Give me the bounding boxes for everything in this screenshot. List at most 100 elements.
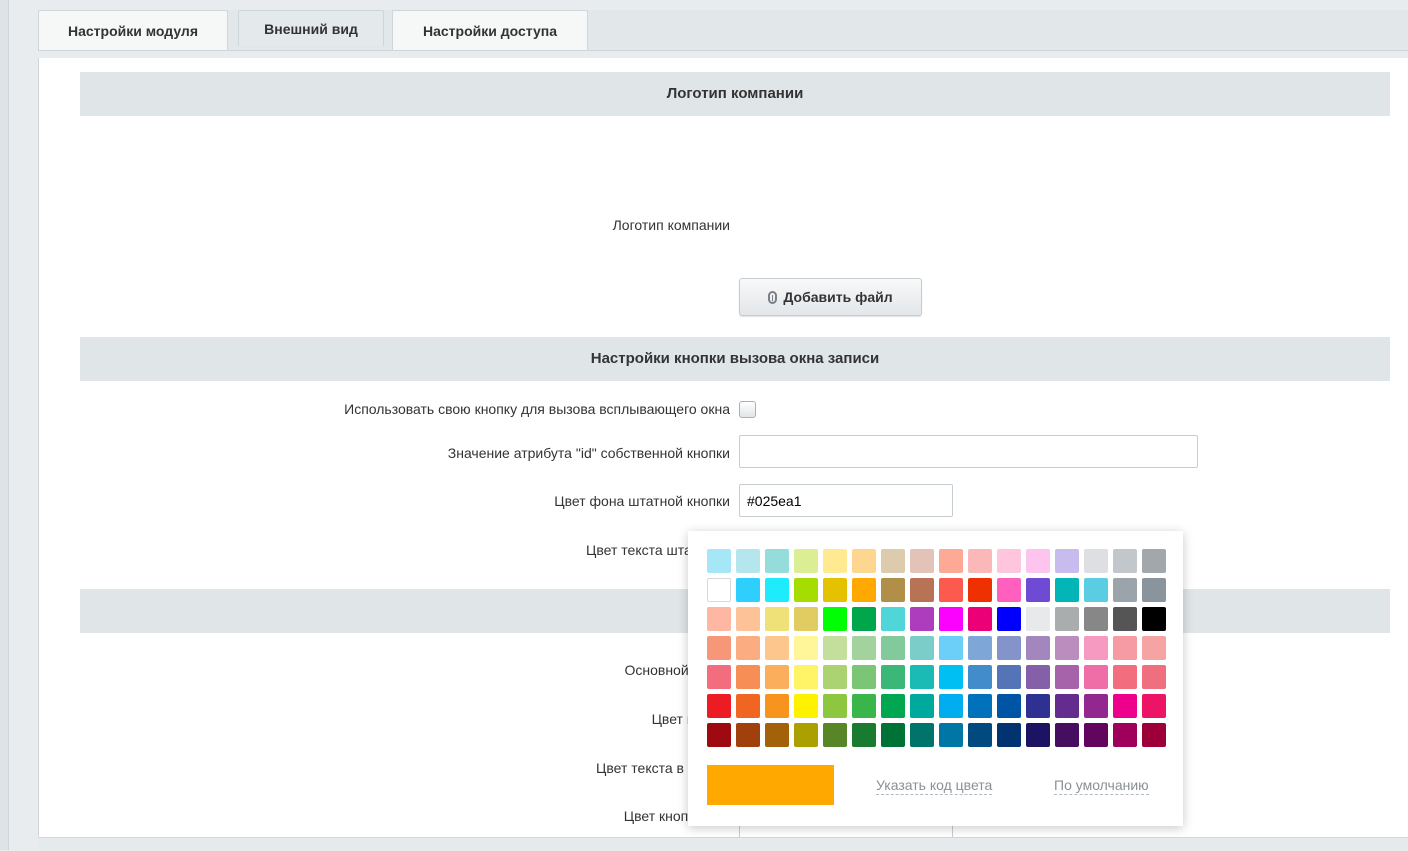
color-swatch[interactable] bbox=[1142, 723, 1166, 747]
color-swatch[interactable] bbox=[823, 665, 847, 689]
color-swatch[interactable] bbox=[707, 607, 731, 631]
color-swatch[interactable] bbox=[939, 636, 963, 660]
color-swatch[interactable] bbox=[1084, 665, 1108, 689]
color-swatch[interactable] bbox=[939, 578, 963, 602]
color-swatch[interactable] bbox=[939, 607, 963, 631]
color-swatch[interactable] bbox=[997, 549, 1021, 573]
color-swatch[interactable] bbox=[881, 723, 905, 747]
color-swatch[interactable] bbox=[968, 665, 992, 689]
color-swatch[interactable] bbox=[852, 694, 876, 718]
color-swatch[interactable] bbox=[765, 549, 789, 573]
color-swatch[interactable] bbox=[881, 607, 905, 631]
color-swatch[interactable] bbox=[1142, 636, 1166, 660]
color-swatch[interactable] bbox=[968, 723, 992, 747]
color-swatch[interactable] bbox=[1055, 694, 1079, 718]
color-swatch[interactable] bbox=[765, 607, 789, 631]
color-swatch[interactable] bbox=[1113, 607, 1137, 631]
color-swatch[interactable] bbox=[1142, 578, 1166, 602]
color-swatch[interactable] bbox=[1084, 723, 1108, 747]
color-swatch[interactable] bbox=[707, 665, 731, 689]
color-swatch[interactable] bbox=[1084, 549, 1108, 573]
color-swatch[interactable] bbox=[823, 636, 847, 660]
color-swatch[interactable] bbox=[852, 723, 876, 747]
color-swatch[interactable] bbox=[736, 549, 760, 573]
color-swatch[interactable] bbox=[823, 549, 847, 573]
color-swatch[interactable] bbox=[794, 694, 818, 718]
color-swatch[interactable] bbox=[910, 636, 934, 660]
color-swatch[interactable] bbox=[1142, 607, 1166, 631]
color-swatch[interactable] bbox=[1084, 607, 1108, 631]
color-swatch[interactable] bbox=[736, 607, 760, 631]
color-swatch[interactable] bbox=[1113, 549, 1137, 573]
color-swatch[interactable] bbox=[1113, 694, 1137, 718]
use-own-button-checkbox[interactable] bbox=[739, 401, 756, 418]
color-swatch[interactable] bbox=[881, 578, 905, 602]
color-swatch[interactable] bbox=[939, 665, 963, 689]
color-swatch[interactable] bbox=[765, 665, 789, 689]
color-swatch[interactable] bbox=[881, 694, 905, 718]
color-swatch[interactable] bbox=[997, 607, 1021, 631]
color-swatch[interactable] bbox=[765, 723, 789, 747]
color-swatch[interactable] bbox=[1055, 665, 1079, 689]
color-swatch[interactable] bbox=[765, 578, 789, 602]
color-swatch[interactable] bbox=[794, 665, 818, 689]
color-swatch[interactable] bbox=[794, 578, 818, 602]
color-swatch[interactable] bbox=[852, 607, 876, 631]
specify-color-code-link[interactable]: Указать код цвета bbox=[876, 777, 993, 795]
color-swatch[interactable] bbox=[1026, 665, 1050, 689]
color-swatch[interactable] bbox=[1055, 549, 1079, 573]
color-swatch[interactable] bbox=[852, 549, 876, 573]
color-swatch[interactable] bbox=[736, 694, 760, 718]
color-swatch[interactable] bbox=[1055, 607, 1079, 631]
color-swatch[interactable] bbox=[910, 578, 934, 602]
color-swatch[interactable] bbox=[997, 636, 1021, 660]
add-file-button[interactable]: Добавить файл bbox=[739, 278, 922, 316]
color-swatch[interactable] bbox=[1026, 549, 1050, 573]
color-swatch[interactable] bbox=[765, 636, 789, 660]
current-color-preview[interactable] bbox=[707, 765, 834, 805]
color-swatch[interactable] bbox=[1142, 694, 1166, 718]
color-swatch[interactable] bbox=[794, 549, 818, 573]
color-swatch[interactable] bbox=[736, 636, 760, 660]
color-swatch[interactable] bbox=[736, 665, 760, 689]
color-swatch[interactable] bbox=[1084, 636, 1108, 660]
color-swatch[interactable] bbox=[765, 694, 789, 718]
color-swatch[interactable] bbox=[794, 636, 818, 660]
color-swatch[interactable] bbox=[1113, 636, 1137, 660]
color-swatch[interactable] bbox=[823, 723, 847, 747]
id-attr-input[interactable] bbox=[739, 435, 1198, 468]
color-swatch[interactable] bbox=[1142, 665, 1166, 689]
color-swatch[interactable] bbox=[968, 549, 992, 573]
color-swatch[interactable] bbox=[939, 723, 963, 747]
color-swatch[interactable] bbox=[852, 665, 876, 689]
color-swatch[interactable] bbox=[1026, 694, 1050, 718]
color-swatch[interactable] bbox=[1026, 607, 1050, 631]
color-swatch[interactable] bbox=[736, 578, 760, 602]
color-swatch[interactable] bbox=[910, 694, 934, 718]
color-swatch[interactable] bbox=[707, 578, 731, 602]
color-swatch[interactable] bbox=[1084, 578, 1108, 602]
color-swatch[interactable] bbox=[1142, 549, 1166, 573]
color-swatch[interactable] bbox=[997, 694, 1021, 718]
color-swatch[interactable] bbox=[1055, 723, 1079, 747]
color-swatch[interactable] bbox=[881, 665, 905, 689]
color-swatch[interactable] bbox=[881, 636, 905, 660]
color-swatch[interactable] bbox=[823, 694, 847, 718]
color-swatch[interactable] bbox=[823, 607, 847, 631]
color-swatch[interactable] bbox=[707, 549, 731, 573]
color-swatch[interactable] bbox=[997, 665, 1021, 689]
color-swatch[interactable] bbox=[939, 694, 963, 718]
color-swatch[interactable] bbox=[794, 723, 818, 747]
color-swatch[interactable] bbox=[1026, 723, 1050, 747]
tab-access-settings[interactable]: Настройки доступа bbox=[392, 10, 588, 50]
color-swatch[interactable] bbox=[968, 578, 992, 602]
color-swatch[interactable] bbox=[910, 549, 934, 573]
color-swatch[interactable] bbox=[968, 607, 992, 631]
color-swatch[interactable] bbox=[997, 578, 1021, 602]
color-swatch[interactable] bbox=[910, 607, 934, 631]
color-swatch[interactable] bbox=[1055, 578, 1079, 602]
color-swatch[interactable] bbox=[707, 636, 731, 660]
color-swatch[interactable] bbox=[852, 578, 876, 602]
color-swatch[interactable] bbox=[1113, 665, 1137, 689]
color-swatch[interactable] bbox=[881, 549, 905, 573]
